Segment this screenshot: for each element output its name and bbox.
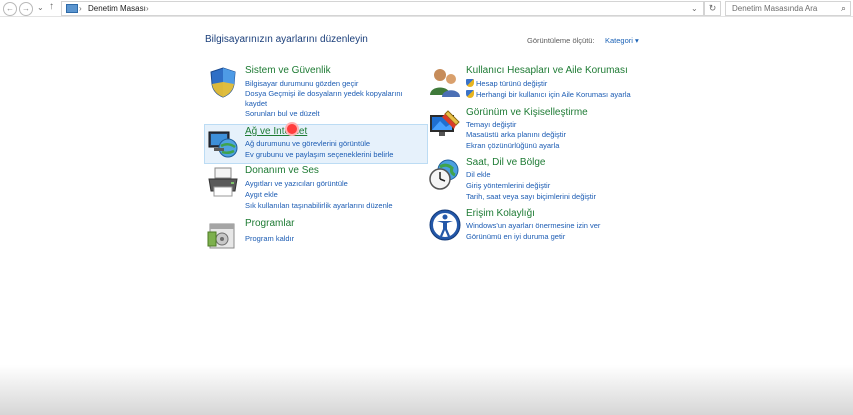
- category-title[interactable]: Programlar: [245, 218, 294, 229]
- printer-icon: [208, 167, 238, 197]
- path-box[interactable]: › Denetim Masası › ⌄: [61, 1, 704, 16]
- link[interactable]: Herhangi bir kullanıcı için Aile Korumas…: [466, 90, 631, 100]
- bottom-fade: [0, 365, 853, 415]
- recent-dropdown-icon[interactable]: ⌄: [37, 3, 44, 12]
- link[interactable]: Temayı değiştir: [466, 120, 516, 130]
- link[interactable]: Dosya Geçmişi ile dosyaların yedek kopya…: [245, 89, 403, 99]
- link[interactable]: Windows'un ayarları önermesine izin ver: [466, 221, 600, 231]
- search-icon[interactable]: ⌕: [841, 2, 846, 15]
- category-title[interactable]: Saat, Dil ve Bölge: [466, 157, 546, 168]
- category-title[interactable]: Görünüm ve Kişiselleştirme: [466, 107, 588, 118]
- uac-shield-icon: [466, 79, 474, 87]
- link[interactable]: Sık kullanılan taşınabilirlik ayarlarını…: [245, 201, 393, 211]
- link[interactable]: Giriş yöntemlerini değiştir: [466, 181, 550, 191]
- clock-globe-icon: [429, 159, 459, 190]
- link[interactable]: Hesap türünü değiştir: [466, 79, 547, 89]
- programs-icon: [207, 223, 235, 249]
- up-button[interactable]: ↑: [49, 1, 54, 12]
- category-title[interactable]: Kullanıcı Hesapları ve Aile Koruması: [466, 65, 628, 76]
- link[interactable]: Aygıtları ve yazıcıları görüntüle: [245, 179, 348, 189]
- category-title[interactable]: Donanım ve Ses: [245, 165, 319, 176]
- link[interactable]: kaydet: [245, 99, 267, 109]
- category-title[interactable]: Sistem ve Güvenlik: [245, 65, 331, 76]
- page-title: Bilgisayarınızın ayarlarını düzenleyin: [205, 34, 368, 45]
- forward-button[interactable]: →: [19, 2, 33, 16]
- link[interactable]: Tarih, saat veya sayı biçimlerini değişt…: [466, 192, 596, 202]
- breadcrumb-control-panel[interactable]: Denetim Masası: [88, 2, 146, 15]
- link[interactable]: Masaüstü arka planını değiştir: [466, 130, 566, 140]
- accessibility-icon: [429, 209, 461, 241]
- display-brush-icon: [430, 110, 460, 136]
- uac-shield-icon: [466, 90, 474, 98]
- chevron-down-icon[interactable]: ⌄: [691, 2, 698, 15]
- search-input[interactable]: Denetim Masasında Ara ⌕: [725, 1, 851, 16]
- address-bar: ← → ⌄ ↑ › Denetim Masası › ⌄ ↻ Denetim M…: [0, 0, 853, 17]
- link[interactable]: Ekran çözünürlüğünü ayarla: [466, 141, 559, 151]
- category-title[interactable]: Erişim Kolaylığı: [466, 208, 535, 219]
- link[interactable]: Dil ekle: [466, 170, 491, 180]
- control-panel-icon: [66, 4, 78, 13]
- link[interactable]: Bilgisayar durumunu gözden geçir: [245, 79, 358, 89]
- chevron-right-icon[interactable]: ›: [146, 2, 149, 15]
- link[interactable]: Sorunları bul ve düzelt: [245, 109, 320, 119]
- link[interactable]: Görünümü en iyi duruma getir: [466, 232, 565, 242]
- back-button[interactable]: ←: [3, 2, 17, 16]
- refresh-button[interactable]: ↻: [704, 1, 721, 16]
- link[interactable]: Program kaldır: [245, 234, 294, 244]
- chevron-right-icon[interactable]: ›: [79, 2, 82, 15]
- shield-icon: [210, 67, 236, 98]
- view-by-dropdown[interactable]: Kategori ▾: [605, 36, 639, 45]
- network-globe-icon: [208, 131, 238, 158]
- search-placeholder: Denetim Masasında Ara: [732, 4, 818, 13]
- cursor-click-indicator: [285, 122, 299, 136]
- users-icon: [430, 69, 460, 97]
- link[interactable]: Ev grubunu ve paylaşım seçeneklerini bel…: [245, 150, 393, 160]
- link[interactable]: Aygıt ekle: [245, 190, 278, 200]
- link[interactable]: Ağ durumunu ve görevlerini görüntüle: [245, 139, 370, 149]
- view-by-label: Görüntüleme ölçütü:: [527, 36, 595, 45]
